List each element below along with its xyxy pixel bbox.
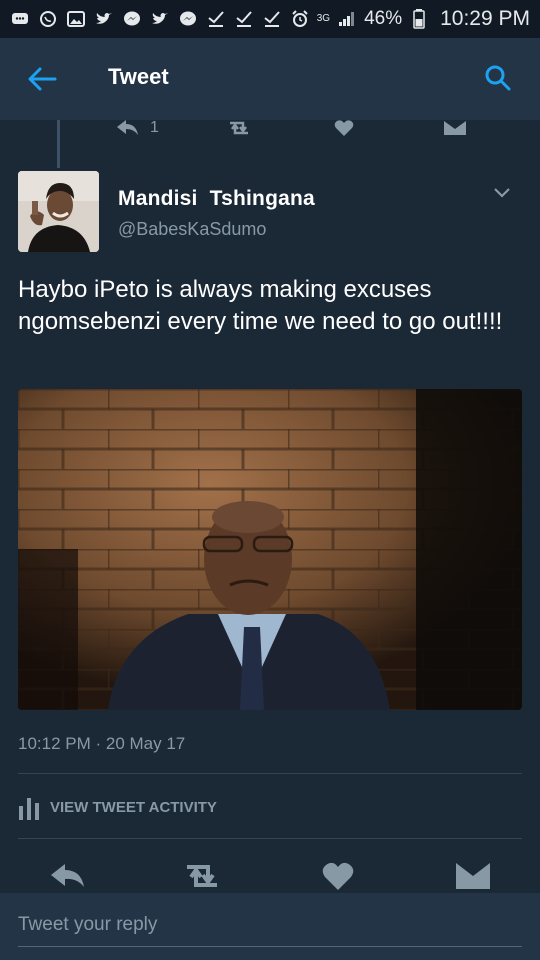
avatar[interactable] [18,171,99,252]
battery-percent: 46% [364,8,403,29]
tweet-timestamp: 10:12 PM · 20 May 17 [18,734,186,753]
page-title: Tweet [108,64,169,89]
messenger-icon [122,10,142,28]
view-tweet-activity-button[interactable]: VIEW TWEET ACTIVITY [18,790,217,824]
thread-connector-line [57,120,60,168]
heart-icon [322,862,354,890]
tweet-options-button[interactable] [488,181,516,205]
display-name[interactable]: Mandisi Tshingana [118,187,315,211]
reply-input[interactable] [18,903,522,947]
network-type: 3G [316,13,331,24]
divider [18,838,522,839]
envelope-icon [444,121,466,135]
status-indicators: 3G 46% 10:29 PM [290,7,530,31]
notification-icons [10,10,282,28]
previous-reply-button[interactable]: 1 [116,118,159,138]
retweet-icon [230,121,248,135]
twitter-icon [94,10,114,28]
tweet-photo[interactable] [18,389,522,710]
alarm-icon [290,10,310,28]
previous-like-button[interactable] [334,118,354,138]
check-icon [206,10,226,28]
heart-icon [334,120,354,136]
direct-message-button[interactable] [451,856,495,896]
status-bar: 3G 46% 10:29 PM [0,0,540,38]
chevron-down-icon [494,188,510,198]
reply-button[interactable] [46,856,90,896]
search-button[interactable] [478,60,518,96]
retweet-icon [187,865,217,887]
divider [18,773,522,774]
check-icon [262,10,282,28]
battery-icon [409,9,429,29]
clock: 10:29 PM [440,7,530,30]
message-icon [10,10,30,28]
app-bar: Tweet [0,38,540,120]
reply-icon [117,120,138,135]
activity-label: VIEW TWEET ACTIVITY [50,798,217,816]
arrow-left-icon [28,67,57,91]
envelope-icon [456,863,490,889]
signal-icon [337,10,357,28]
like-button[interactable] [316,856,360,896]
twitter-icon [150,10,170,28]
back-button[interactable] [22,62,62,96]
reply-bar [0,893,540,960]
previous-dm-button[interactable] [444,118,466,138]
user-handle[interactable]: @BabesKaSdumo [118,219,266,240]
previous-retweet-button[interactable] [226,118,252,138]
bar-chart-icon [19,798,39,820]
messenger-icon [178,10,198,28]
tweet-text: Haybo iPeto is always making excuses ngo… [18,276,503,335]
check-icon [234,10,254,28]
tweet-header: Mandisi Tshingana @BabesKaSdumo [18,171,522,252]
retweet-button[interactable] [180,856,224,896]
reply-count: 1 [150,119,159,136]
search-icon [485,65,511,91]
gallery-icon [66,10,86,28]
reply-icon [51,864,84,887]
whatsapp-icon [38,10,58,28]
